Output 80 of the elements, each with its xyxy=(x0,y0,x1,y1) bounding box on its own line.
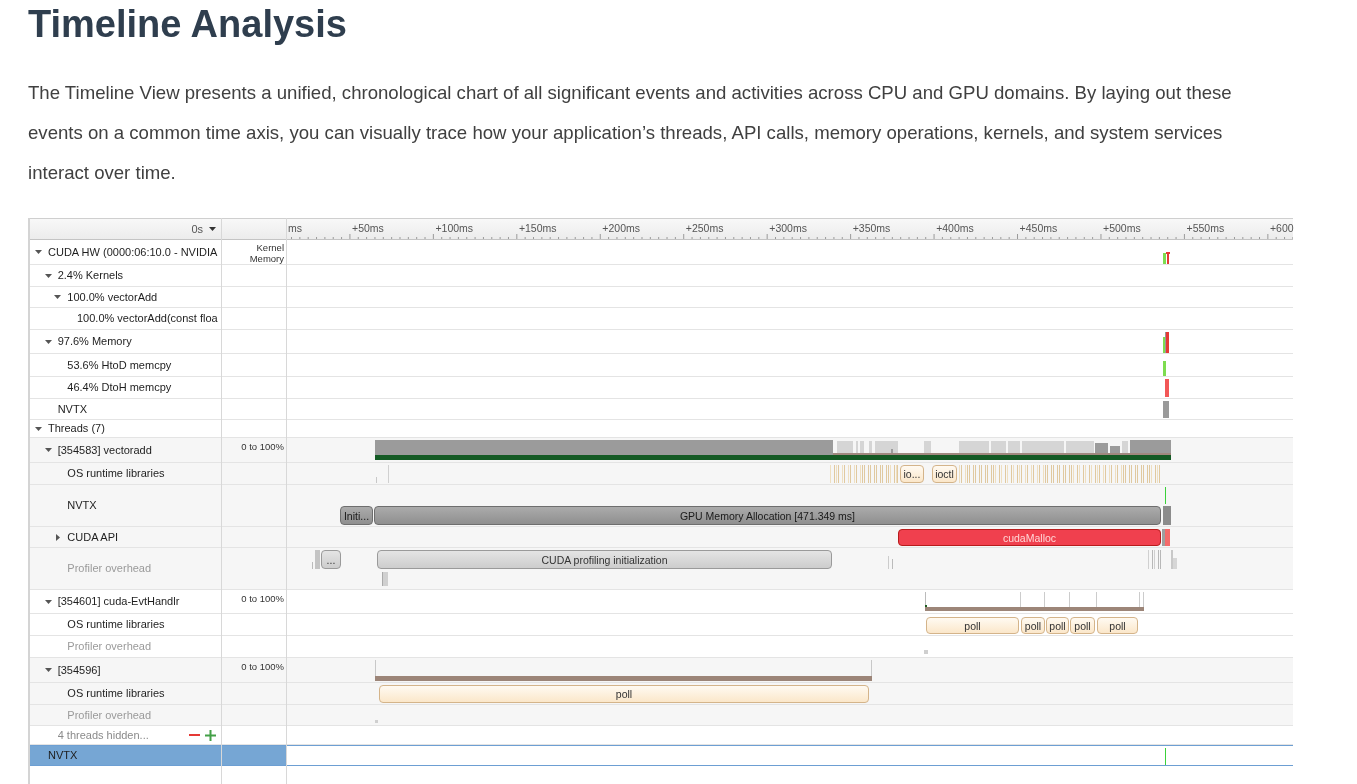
track-label[interactable]: CUDA HW (0000:06:10.0 - NVIDIA xyxy=(48,245,218,259)
caret-down-icon[interactable] xyxy=(44,448,52,452)
event-bar[interactable]: GPU Memory Allocation [471.349 ms] xyxy=(374,506,1161,525)
event-bar[interactable]: poll xyxy=(379,685,869,703)
tick-marks-icon xyxy=(924,650,928,654)
event-bar[interactable]: poll xyxy=(1070,617,1095,634)
ruler-tick-label: +400ms xyxy=(936,222,974,234)
caret-down-icon[interactable] xyxy=(35,426,42,431)
intro-paragraph: The Timeline View presents a unified, chronological chart of all significant events and activities across CPU and GPU domains. By laying out these events on a common time axis, you can visually trace how your application’s threads, API calls, memory operations, kernels, and system services interact over time. xyxy=(28,81,1233,185)
marker-line-icon xyxy=(1165,487,1166,504)
ruler-tick-label: +350ms xyxy=(852,222,891,234)
track-label[interactable]: NVTX xyxy=(67,499,97,512)
event-bar[interactable]: poll xyxy=(1097,617,1138,634)
plus-icon[interactable] xyxy=(205,729,216,741)
event-bar[interactable]: poll xyxy=(926,617,1019,634)
event-bar[interactable]: poll xyxy=(1021,617,1045,634)
tick-marks-icon xyxy=(888,556,893,569)
caret-down-icon[interactable] xyxy=(35,250,42,254)
event-bar[interactable]: Initi... xyxy=(340,506,373,525)
ruler-tick-label: +550ms xyxy=(1186,222,1225,234)
ruler-tick-label: +600 xyxy=(1269,222,1294,234)
range-end-icon xyxy=(1163,506,1171,525)
track-label[interactable]: [354583] vectoradd xyxy=(57,443,152,457)
track-label[interactable]: NVTX xyxy=(57,402,87,416)
kernel-marker-icon xyxy=(1163,252,1170,264)
caret-down-icon[interactable] xyxy=(54,295,62,299)
tick-marks-icon xyxy=(376,465,389,483)
track-label[interactable]: 97.6% Memory xyxy=(57,335,132,348)
track-label[interactable]: [354596] xyxy=(57,663,101,677)
track-label[interactable]: 4 threads hidden... xyxy=(57,728,149,742)
event-bar[interactable]: ... xyxy=(321,550,341,569)
ruler-tick-label: +150ms xyxy=(518,222,557,234)
tick-marks-icon xyxy=(1171,550,1177,569)
event-bar[interactable]: CUDA profiling initialization xyxy=(377,550,832,569)
memory-marker-icon xyxy=(1163,332,1169,353)
scale-label: Kernel Memory xyxy=(248,242,284,264)
tick-marks-icon xyxy=(382,572,388,586)
ruler-tick-label: +250ms xyxy=(685,222,724,234)
scale-label: 0 to 100% xyxy=(241,661,284,672)
caret-down-icon[interactable] xyxy=(44,339,52,344)
nvtx-marker-icon xyxy=(1163,401,1169,418)
api-end-icon xyxy=(1162,529,1170,546)
memcpy-marker-icon xyxy=(1163,361,1166,376)
caret-down-icon[interactable] xyxy=(44,273,52,278)
track-label[interactable]: OS runtime libraries xyxy=(67,618,165,631)
ruler-tick-label: +200ms xyxy=(602,222,640,234)
track-label[interactable]: Threads (7) xyxy=(48,422,105,435)
tick-marks-icon xyxy=(1148,550,1161,569)
caret-down-icon[interactable] xyxy=(44,668,52,672)
ruler-tick-label: +500ms xyxy=(1103,222,1141,234)
memcpy-marker-icon xyxy=(1165,379,1169,397)
caret-down-icon xyxy=(209,227,216,231)
page-title: Timeline Analysis xyxy=(28,2,348,47)
event-bar[interactable]: io... xyxy=(900,465,924,483)
track-label[interactable]: 46.4% DtoH memcpy xyxy=(67,381,172,394)
tick-marks-icon xyxy=(312,550,320,569)
ruler-tick-label: +300ms xyxy=(769,222,807,234)
track-label[interactable]: CUDA API xyxy=(67,530,119,544)
marker-line-icon xyxy=(1165,748,1166,765)
caret-down-icon[interactable] xyxy=(44,599,52,604)
track-label[interactable]: 2.4% Kernels xyxy=(57,269,124,282)
track-label[interactable]: 53.6% HtoD memcpy xyxy=(67,358,172,372)
track-label[interactable]: 100.0% vectorAdd xyxy=(67,290,158,304)
scale-label: 0 to 100% xyxy=(241,593,284,604)
time-origin-dropdown[interactable]: 0s xyxy=(191,223,216,235)
track-label[interactable]: 100.0% vectorAdd(const floa xyxy=(77,312,218,325)
tick-marks-icon xyxy=(375,720,378,723)
ruler-tick-label: ms xyxy=(288,222,302,234)
os-call-ticks xyxy=(830,465,898,483)
ruler-tick-label: +50ms xyxy=(352,222,384,234)
track-label[interactable]: NVTX xyxy=(30,746,286,765)
caret-right-icon[interactable] xyxy=(56,533,61,541)
event-bar[interactable]: ioctl xyxy=(932,465,957,483)
ruler-tick-label: +450ms xyxy=(1019,222,1058,234)
track-label[interactable]: [354601] cuda-EvtHandlr xyxy=(57,595,180,608)
ruler-tick-label: +100ms xyxy=(435,222,474,234)
track-label[interactable]: OS runtime libraries xyxy=(67,687,165,700)
track-label[interactable]: OS runtime libraries xyxy=(67,467,165,480)
event-bar[interactable]: poll xyxy=(1046,617,1069,634)
scale-label: 0 to 100% xyxy=(241,441,284,452)
